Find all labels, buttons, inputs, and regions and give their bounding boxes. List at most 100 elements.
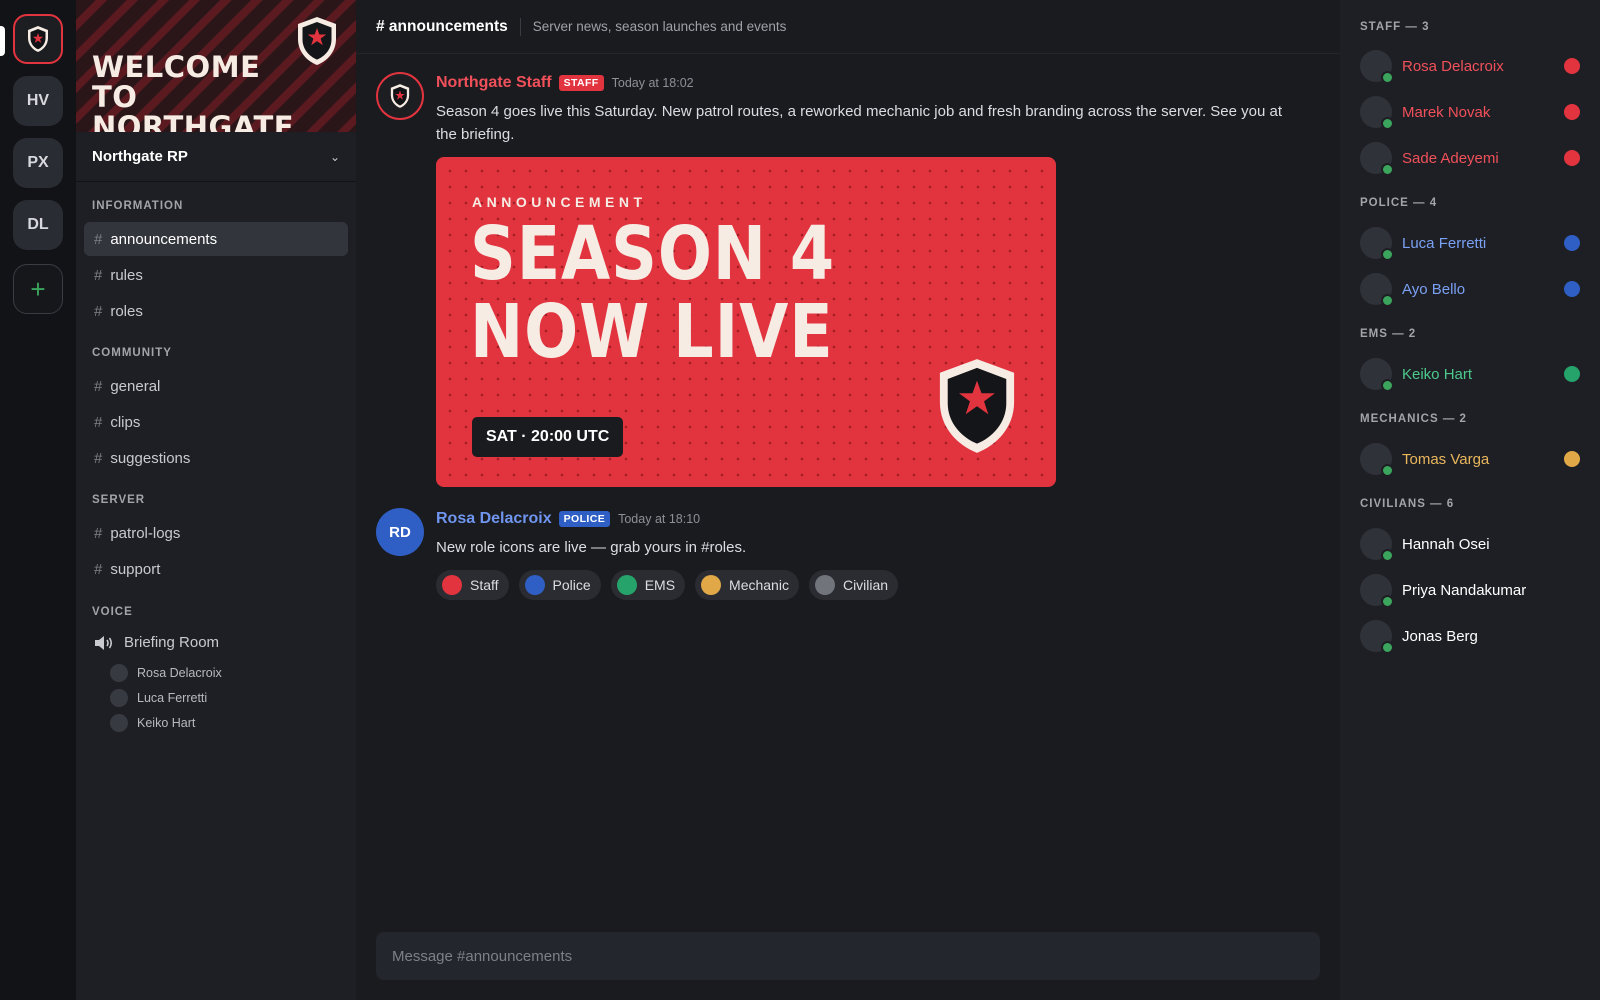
staff-role-icon <box>1564 104 1580 120</box>
online-status-icon <box>1381 248 1394 261</box>
online-status-icon <box>1381 71 1394 84</box>
police-role-icon <box>1564 281 1580 297</box>
author-name[interactable]: Northgate Staff <box>436 74 552 92</box>
member-item[interactable]: Luca Ferretti <box>1360 225 1580 261</box>
server-dl[interactable]: DL <box>13 200 63 250</box>
channel-header: # announcements Server news, season laun… <box>356 0 1340 54</box>
message: RD Rosa Delacroix POLICE Today at 18:10 … <box>376 508 1316 608</box>
server-hv[interactable]: HV <box>13 76 63 126</box>
channel-label: roles <box>110 302 143 320</box>
avatar[interactable]: RD <box>376 508 424 556</box>
channel-patrol-logs[interactable]: # patrol-logs <box>84 516 348 550</box>
role-icon-list: Staff Police EMS Mechanic Civilian <box>436 570 908 600</box>
message: Northgate Staff STAFF Today at 18:02 Sea… <box>376 72 1316 492</box>
voice-user[interactable]: Keiko Hart <box>110 714 195 732</box>
channel-suggestions[interactable]: # suggestions <box>84 441 348 475</box>
chevron-down-icon: ⌄ <box>329 149 340 164</box>
server-px[interactable]: PX <box>13 138 63 188</box>
server-northgate[interactable] <box>13 14 63 64</box>
channel-label: support <box>110 560 161 578</box>
channel-label: general <box>110 377 161 395</box>
avatar <box>1360 273 1394 307</box>
member-name: Ayo Bello <box>1402 280 1466 298</box>
voice-user[interactable]: Rosa Delacroix <box>110 664 222 682</box>
embed-date-chip: SAT · 20:00 UTC <box>472 417 624 457</box>
announcement-image[interactable]: ANNOUNCEMENT SEASON 4 NOW LIVE SAT · 20:… <box>436 157 1056 487</box>
role-pill-police[interactable]: Police <box>518 570 601 600</box>
role-pill-ems[interactable]: EMS <box>610 570 686 600</box>
member-name: Hannah Osei <box>1402 535 1490 553</box>
member-item[interactable]: Keiko Hart <box>1360 356 1580 392</box>
channel-label: clips <box>110 413 141 431</box>
member-category-police: POLICE — 4 <box>1360 197 1438 209</box>
mechanic-role-icon <box>701 575 722 595</box>
message-header: Rosa Delacroix POLICE Today at 18:10 <box>436 510 700 528</box>
role-pill-civilian[interactable]: Civilian <box>808 570 899 600</box>
message-header: Northgate Staff STAFF Today at 18:02 <box>436 74 694 92</box>
member-name: Marek Novak <box>1402 103 1491 121</box>
message-text: Season 4 goes live this Saturday. New pa… <box>436 103 1283 143</box>
channel-roles[interactable]: # roles <box>84 294 348 328</box>
voice-user-name: Rosa Delacroix <box>137 666 222 680</box>
role-pill-mechanic[interactable]: Mechanic <box>695 570 799 600</box>
ems-role-icon <box>616 575 637 595</box>
hash-icon: # <box>94 560 103 578</box>
member-item[interactable]: Ayo Bello <box>1360 271 1580 307</box>
channel-announcements[interactable]: # announcements <box>84 222 348 256</box>
online-status-icon <box>1381 163 1394 176</box>
channel-support[interactable]: # support <box>84 552 348 586</box>
member-name: Rosa Delacroix <box>1402 57 1504 75</box>
ems-role-icon <box>1564 366 1580 382</box>
add-server-button[interactable]: + <box>13 264 63 314</box>
online-status-icon <box>1381 117 1394 130</box>
author-name[interactable]: Rosa Delacroix <box>436 510 552 528</box>
voice-channel-briefing-room[interactable]: Briefing Room <box>94 634 219 651</box>
member-item[interactable]: Hannah Osei <box>1360 526 1580 562</box>
member-item[interactable]: Marek Novak <box>1360 94 1580 130</box>
avatar <box>110 714 128 732</box>
guild-header[interactable]: Northgate RP ⌄ <box>76 132 356 182</box>
role-pill-staff[interactable]: Staff <box>436 570 509 600</box>
role-badge: STAFF <box>558 75 604 91</box>
category-community[interactable]: COMMUNITY <box>92 347 172 359</box>
role-pill-label: Police <box>552 577 591 593</box>
civilian-role-icon <box>814 575 835 595</box>
member-item[interactable]: Sade Adeyemi <box>1360 140 1580 176</box>
avatar <box>1360 96 1394 130</box>
channel-label: suggestions <box>110 449 191 467</box>
online-status-icon <box>1381 379 1394 392</box>
channel-clips[interactable]: # clips <box>84 405 348 439</box>
category-voice[interactable]: VOICE <box>92 606 133 618</box>
hash-icon: # <box>94 449 103 467</box>
channel-title: # announcements <box>376 17 521 36</box>
guild-name: Northgate RP <box>92 148 188 165</box>
avatar <box>1360 142 1394 176</box>
hash-icon: # <box>94 413 103 431</box>
avatar <box>1360 574 1394 608</box>
member-item[interactable]: Priya Nandakumar <box>1360 572 1580 608</box>
message-input[interactable]: Message #announcements <box>376 932 1320 980</box>
embed-headline-line1: SEASON 4 <box>470 211 836 297</box>
category-information[interactable]: INFORMATION <box>92 200 183 212</box>
hash-icon: # <box>94 377 103 395</box>
online-status-icon <box>1381 595 1394 608</box>
voice-user[interactable]: Luca Ferretti <box>110 689 207 707</box>
channel-general[interactable]: # general <box>84 369 348 403</box>
hash-icon: # <box>94 302 103 320</box>
role-badge: POLICE <box>558 511 611 527</box>
member-name: Priya Nandakumar <box>1402 581 1527 599</box>
hash-icon: # <box>94 230 103 248</box>
member-item[interactable]: Rosa Delacroix <box>1360 48 1580 84</box>
member-name: Jonas Berg <box>1402 627 1478 645</box>
role-pill-label: Civilian <box>842 577 889 593</box>
member-category-mechanics: MECHANICS — 2 <box>1360 413 1467 425</box>
member-item[interactable]: Jonas Berg <box>1360 618 1580 654</box>
avatar <box>1360 620 1394 654</box>
channel-rules[interactable]: # rules <box>84 258 348 292</box>
member-name: Luca Ferretti <box>1402 234 1487 252</box>
category-server[interactable]: SERVER <box>92 494 145 506</box>
avatar[interactable] <box>376 72 424 120</box>
member-item[interactable]: Tomas Varga <box>1360 441 1580 477</box>
voice-user-name: Keiko Hart <box>137 716 196 730</box>
shield-star-icon <box>939 359 1015 453</box>
